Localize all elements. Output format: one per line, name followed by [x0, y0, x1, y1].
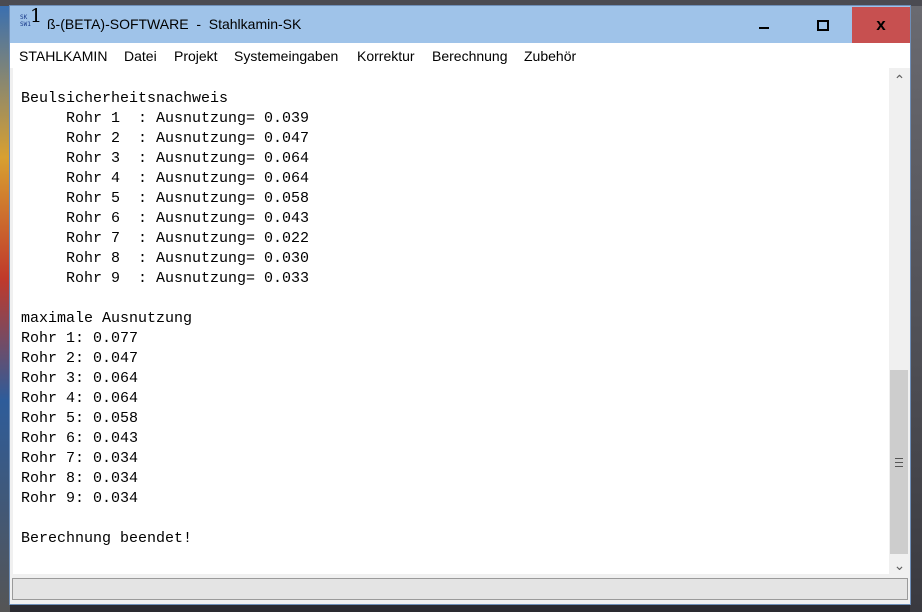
output-text-area[interactable]: Beulsicherheitsnachweis Rohr 1 : Ausnutz…: [13, 68, 889, 574]
output-line: Rohr 2 : Ausnutzung= 0.047: [21, 130, 310, 147]
menu-item-projekt[interactable]: Projekt: [174, 48, 218, 64]
window-title: ß-(BETA)-SOFTWARE - Stahlkamin-SK: [47, 16, 302, 32]
minimize-button[interactable]: [735, 7, 793, 43]
output-line: Rohr 7: 0.034: [21, 450, 139, 467]
output-line: Rohr 3 : Ausnutzung= 0.064: [21, 150, 310, 167]
output-line: Beulsicherheitsnachweis: [21, 90, 229, 107]
application-window: SK SW1 1 ß-(BETA)-SOFTWARE - Stahlkamin-…: [9, 5, 911, 605]
menu-bar: STAHLKAMIN Datei Projekt Systemeingaben …: [10, 43, 910, 68]
output-line: Rohr 6: 0.043: [21, 430, 139, 447]
output-line: Rohr 9 : Ausnutzung= 0.033: [21, 270, 310, 287]
output-line: Rohr 5 : Ausnutzung= 0.058: [21, 190, 310, 207]
close-button[interactable]: x: [852, 7, 910, 43]
minimize-icon: [759, 27, 769, 29]
status-bar: [12, 578, 908, 600]
output-line: Rohr 9: 0.034: [21, 490, 139, 507]
output-line: Rohr 4 : Ausnutzung= 0.064: [21, 170, 310, 187]
chevron-down-icon: ⌄: [893, 557, 906, 573]
app-icon[interactable]: SK SW1 1: [20, 5, 43, 34]
output-line: Rohr 5: 0.058: [21, 410, 139, 427]
menu-item-korrektur[interactable]: Korrektur: [357, 48, 415, 64]
grip-icon: [895, 457, 903, 467]
title-bar[interactable]: SK SW1 1 ß-(BETA)-SOFTWARE - Stahlkamin-…: [10, 6, 910, 43]
output-line: Rohr 4: 0.064: [21, 390, 139, 407]
maximize-button[interactable]: [794, 7, 852, 43]
chevron-up-icon: ⌃: [893, 72, 906, 88]
output-line: Berechnung beendet!: [21, 530, 193, 547]
close-icon: x: [876, 15, 886, 34]
menu-item-datei[interactable]: Datei: [124, 48, 157, 64]
output-line: Rohr 8 : Ausnutzung= 0.030: [21, 250, 310, 267]
scrollbar-thumb[interactable]: [890, 370, 908, 554]
vertical-scrollbar[interactable]: ⌃ ⌄: [889, 68, 910, 574]
scroll-down-button[interactable]: ⌄: [889, 556, 910, 575]
output-text: Beulsicherheitsnachweis Rohr 1 : Ausnutz…: [13, 68, 889, 549]
menu-item-zubehoer[interactable]: Zubehör: [524, 48, 576, 64]
menu-item-systemeingaben[interactable]: Systemeingaben: [234, 48, 338, 64]
menu-item-stahlkamin[interactable]: STAHLKAMIN: [19, 48, 107, 64]
output-line: Rohr 2: 0.047: [21, 350, 139, 367]
output-line: Rohr 3: 0.064: [21, 370, 139, 387]
desktop-background-right: [910, 6, 922, 612]
output-line: Rohr 1 : Ausnutzung= 0.039: [21, 110, 310, 127]
maximize-icon: [817, 19, 829, 31]
app-icon-glyph: 1: [30, 5, 43, 27]
scroll-up-button[interactable]: ⌃: [889, 71, 910, 90]
output-line: Rohr 7 : Ausnutzung= 0.022: [21, 230, 310, 247]
output-line: Rohr 8: 0.034: [21, 470, 139, 487]
menu-item-berechnung[interactable]: Berechnung: [432, 48, 508, 64]
output-line: maximale Ausnutzung: [21, 310, 193, 327]
output-line: Rohr 6 : Ausnutzung= 0.043: [21, 210, 310, 227]
output-line: Rohr 1: 0.077: [21, 330, 139, 347]
